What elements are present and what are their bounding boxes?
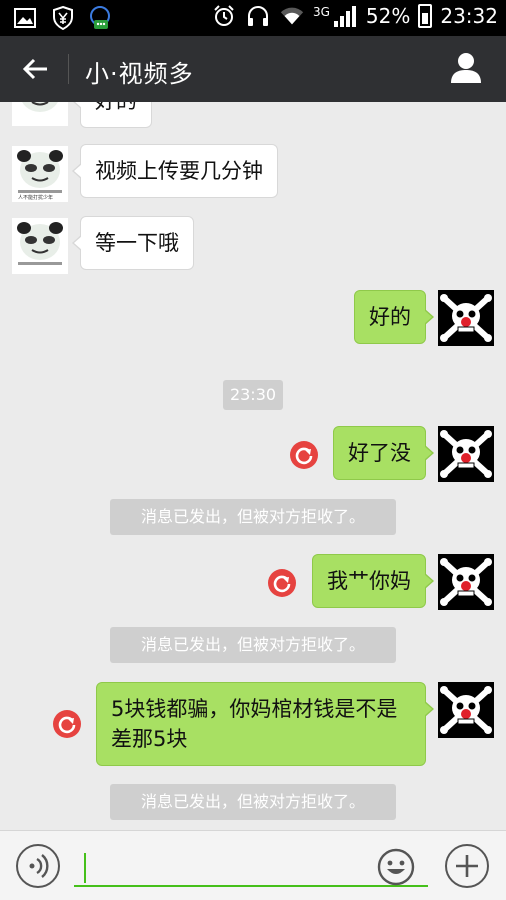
- alarm-icon: [211, 4, 237, 28]
- message-input[interactable]: [74, 845, 428, 887]
- more-options-button[interactable]: [445, 844, 489, 888]
- message-text: 视频上传要几分钟: [95, 159, 263, 183]
- signal-icon: [332, 4, 358, 28]
- message-bubble-incoming[interactable]: 视频上传要几分钟: [72, 144, 278, 198]
- contact-avatar[interactable]: [12, 102, 68, 126]
- rejected-notice: 消息已发出，但被对方拒收了。: [110, 784, 396, 820]
- rejected-notice: 消息已发出，但被对方拒收了。: [110, 627, 396, 663]
- message-bubble-incoming[interactable]: 等一下哦: [72, 216, 194, 270]
- message-bubble-incoming[interactable]: 好的: [72, 102, 152, 128]
- contact-profile-button[interactable]: [448, 50, 484, 86]
- battery-icon: [418, 4, 433, 28]
- shield-yuan-icon: [50, 6, 76, 30]
- contact-avatar[interactable]: [12, 218, 68, 274]
- contact-avatar[interactable]: 人不能打扰少年: [12, 146, 68, 202]
- gallery-icon: [12, 6, 38, 30]
- resend-icon: [295, 447, 313, 465]
- text-cursor: [84, 853, 86, 883]
- message-bubble-outgoing[interactable]: 好的: [354, 290, 434, 344]
- headphones-icon: [245, 4, 271, 28]
- my-avatar[interactable]: [438, 290, 494, 346]
- back-arrow-icon: [22, 58, 47, 80]
- wechat-notification-icon: [88, 6, 114, 30]
- resend-icon: [58, 716, 76, 734]
- chat-message-list[interactable]: 好的 人不能打扰少年 视频上传要几分钟 等一下哦 好的 23:30 好了没 消息…: [0, 102, 506, 830]
- plus-icon: [456, 855, 478, 877]
- wifi-icon: [279, 4, 305, 28]
- emoji-button[interactable]: [377, 848, 415, 886]
- resend-button[interactable]: [290, 441, 318, 469]
- message-bubble-outgoing[interactable]: 我艹你妈: [312, 554, 434, 608]
- input-bar: [0, 830, 506, 900]
- header-divider: [68, 54, 69, 84]
- chat-header: 小·视频多: [0, 36, 506, 102]
- voice-input-button[interactable]: [16, 844, 60, 888]
- timestamp-chip: 23:30: [223, 380, 283, 410]
- back-button[interactable]: [16, 50, 54, 88]
- voice-wave-icon: [29, 854, 49, 878]
- my-avatar[interactable]: [438, 682, 494, 738]
- status-bar: 3G 52% 23:32: [0, 0, 506, 36]
- battery-percent: 52%: [365, 4, 411, 28]
- network-type-label: 3G: [312, 5, 330, 19]
- message-text: 好了没: [348, 441, 411, 465]
- resend-button[interactable]: [268, 569, 296, 597]
- message-text: 好的: [369, 305, 411, 329]
- message-text: 好的: [95, 102, 137, 113]
- resend-icon: [273, 575, 291, 593]
- person-icon: [451, 53, 481, 83]
- my-avatar[interactable]: [438, 554, 494, 610]
- resend-button[interactable]: [53, 710, 81, 738]
- message-bubble-outgoing[interactable]: 5块钱都骗，你妈棺材钱是不是差那5块: [96, 682, 434, 766]
- rejected-notice: 消息已发出，但被对方拒收了。: [110, 499, 396, 535]
- status-time: 23:32: [440, 4, 498, 28]
- my-avatar[interactable]: [438, 426, 494, 482]
- message-bubble-outgoing[interactable]: 好了没: [333, 426, 434, 480]
- message-text: 5块钱都骗，你妈棺材钱是不是差那5块: [111, 697, 398, 751]
- message-text: 等一下哦: [95, 231, 179, 255]
- avatar-caption: 人不能打扰少年: [18, 195, 54, 201]
- smiley-icon: [377, 848, 415, 886]
- message-text: 我艹你妈: [327, 569, 411, 593]
- chat-title: 小·视频多: [85, 60, 194, 88]
